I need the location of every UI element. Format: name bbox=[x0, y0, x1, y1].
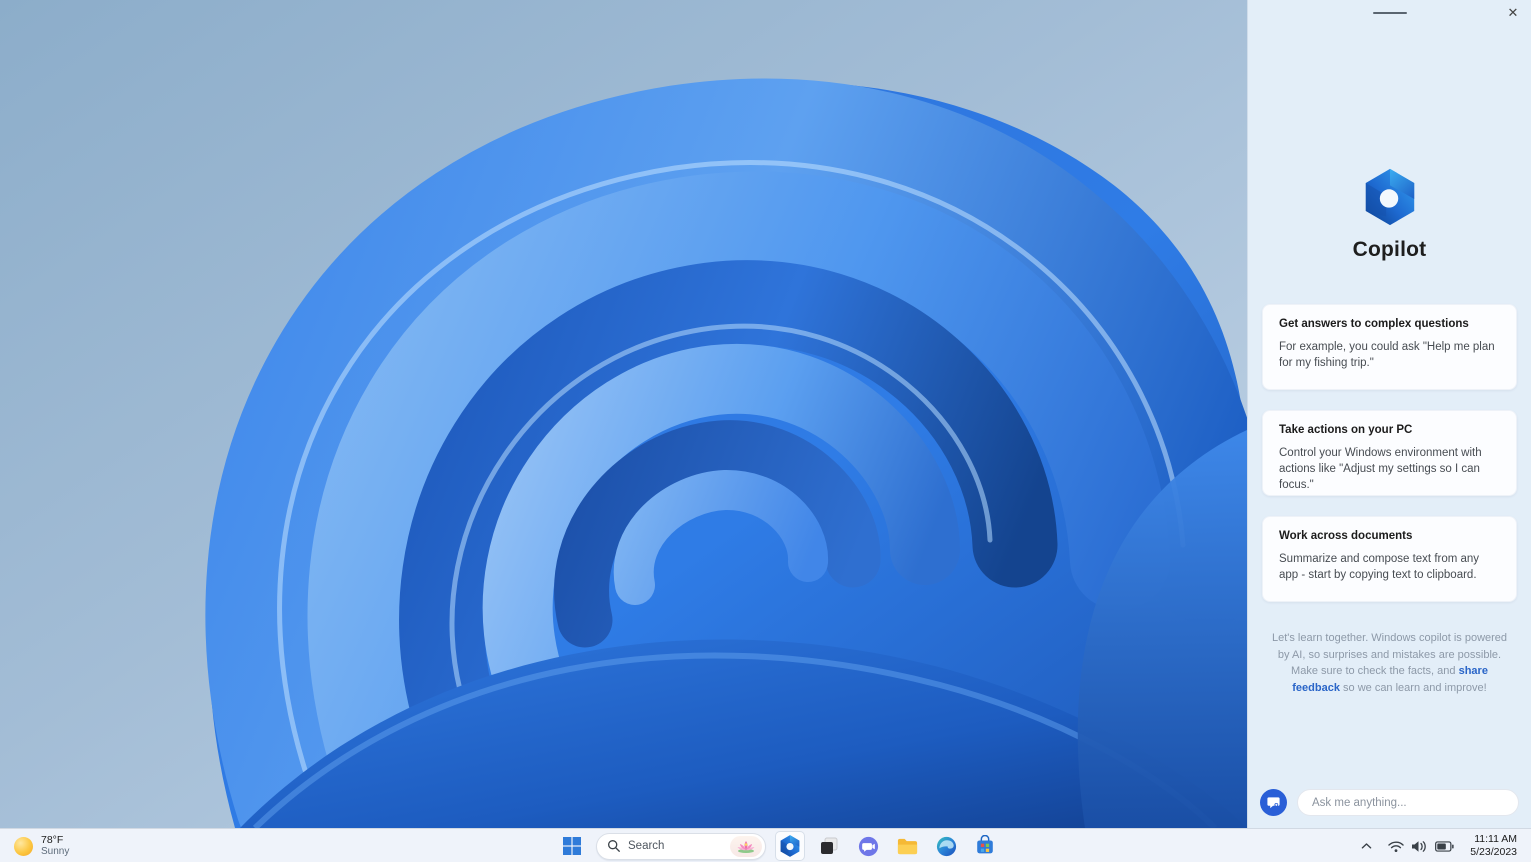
microsoft-store-button[interactable] bbox=[970, 831, 1000, 861]
volume-icon bbox=[1412, 840, 1427, 852]
taskbar-copilot-button[interactable] bbox=[775, 831, 805, 861]
file-explorer-icon bbox=[897, 838, 917, 854]
microsoft-store-icon bbox=[977, 835, 993, 854]
sidebar-titlebar: ✕ bbox=[1248, 0, 1531, 26]
file-explorer-button[interactable] bbox=[892, 831, 922, 861]
wifi-icon bbox=[1388, 840, 1404, 852]
task-view-icon bbox=[821, 837, 838, 854]
tray-time: 11:11 AM bbox=[1474, 833, 1517, 846]
ai-disclaimer: Let's learn together. Windows copilot is… bbox=[1248, 630, 1531, 696]
card-take-actions[interactable]: Take actions on your PC Control your Win… bbox=[1262, 410, 1517, 496]
copilot-taskbar-icon bbox=[780, 835, 800, 857]
weather-temperature: 78°F bbox=[41, 834, 64, 847]
start-button[interactable] bbox=[557, 831, 587, 861]
search-icon bbox=[608, 840, 620, 852]
close-icon[interactable]: ✕ bbox=[1503, 3, 1523, 23]
clock[interactable]: 11:11 AM 5/23/2023 bbox=[1464, 833, 1523, 858]
copilot-sidebar: ✕ Copilot Get answers to complex questio… bbox=[1247, 0, 1531, 828]
edge-button[interactable] bbox=[931, 831, 961, 861]
card-title: Take actions on your PC bbox=[1279, 424, 1413, 436]
disclaimer-text-end: so we can learn and improve! bbox=[1339, 681, 1487, 694]
card-body: For example, you could ask "Help me plan… bbox=[1279, 341, 1495, 369]
taskbar: 78°F Sunny Search 11:11 AM 5/23/2023 bbox=[0, 828, 1531, 862]
card-title: Get answers to complex questions bbox=[1279, 318, 1469, 330]
card-work-documents[interactable]: Work across documents Summarize and comp… bbox=[1262, 516, 1517, 602]
copilot-chat-icon[interactable] bbox=[1260, 789, 1287, 816]
card-body: Summarize and compose text from any app … bbox=[1279, 553, 1480, 581]
sun-weather-icon bbox=[14, 836, 33, 856]
task-view-button[interactable] bbox=[814, 831, 844, 861]
taskbar-center-icons: Search bbox=[557, 829, 1000, 862]
widgets-button[interactable]: 78°F Sunny bbox=[6, 829, 77, 862]
minimize-icon[interactable] bbox=[1373, 9, 1407, 19]
windows-logo-icon bbox=[563, 837, 581, 855]
taskbar-search-box[interactable]: Search bbox=[596, 832, 766, 860]
network-volume-battery[interactable] bbox=[1382, 832, 1460, 860]
bloom-wallpaper-image bbox=[0, 0, 1247, 828]
card-complex-questions[interactable]: Get answers to complex questions For exa… bbox=[1262, 304, 1517, 390]
copilot-brand: Copilot bbox=[1248, 166, 1531, 262]
desktop-wallpaper bbox=[0, 0, 1247, 828]
suggestion-cards: Get answers to complex questions For exa… bbox=[1248, 304, 1531, 602]
hidden-icons-chevron[interactable] bbox=[1355, 832, 1378, 860]
search-highlight-thumbnail bbox=[730, 835, 762, 857]
battery-icon bbox=[1435, 840, 1454, 852]
copilot-title: Copilot bbox=[1352, 238, 1427, 261]
chevron-up-icon bbox=[1361, 843, 1372, 849]
edge-icon bbox=[936, 836, 956, 856]
copilot-logo-icon bbox=[1359, 166, 1421, 228]
lotus-flower-icon bbox=[737, 841, 755, 853]
weather-condition: Sunny bbox=[41, 846, 70, 858]
chat-button[interactable] bbox=[853, 831, 883, 861]
composer-row bbox=[1248, 789, 1531, 816]
tray-date: 5/23/2023 bbox=[1470, 846, 1517, 858]
card-body: Control your Windows environment with ac… bbox=[1279, 447, 1482, 491]
search-placeholder-text: Search bbox=[628, 840, 665, 852]
chat-icon bbox=[858, 836, 878, 856]
system-tray: 11:11 AM 5/23/2023 bbox=[1355, 829, 1523, 862]
ask-me-anything-input[interactable] bbox=[1297, 789, 1519, 816]
card-title: Work across documents bbox=[1279, 530, 1413, 542]
